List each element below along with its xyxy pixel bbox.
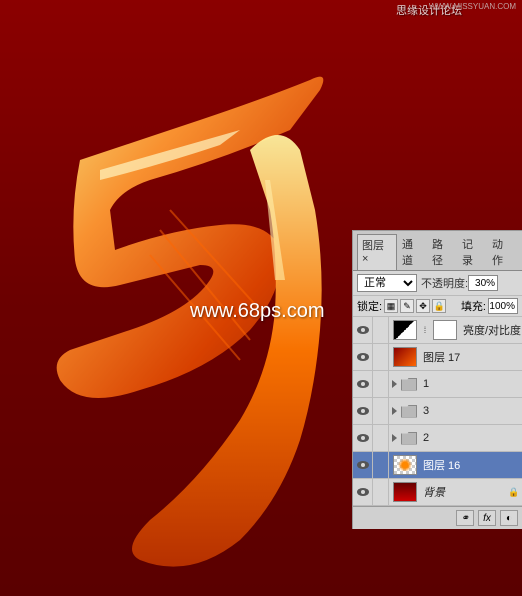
eye-icon: [357, 380, 369, 388]
header-site-url: WWW.MISSYUAN.COM: [429, 2, 516, 11]
eye-icon: [357, 353, 369, 361]
layer-row-selected[interactable]: 图层 16: [353, 452, 522, 479]
layer-name: 亮度/对比度: [461, 322, 522, 338]
layer-row-adjustment[interactable]: ⁞ 亮度/对比度: [353, 317, 522, 344]
layer-row[interactable]: 图层 17: [353, 344, 522, 371]
lock-fill-row: 锁定: ▦ ✎ ✥ 🔒 填充:: [353, 296, 522, 317]
visibility-toggle[interactable]: [353, 452, 373, 478]
expand-triangle-icon[interactable]: [392, 434, 397, 442]
visibility-toggle[interactable]: [353, 317, 373, 343]
layer-name: 2: [421, 432, 522, 444]
layer-name: 图层 16: [421, 457, 522, 473]
link-icon: ⁞: [421, 324, 429, 336]
visibility-toggle[interactable]: [353, 479, 373, 505]
folder-icon: [401, 405, 417, 418]
watermark-text: www.68ps.com: [190, 300, 325, 323]
mask-thumb: [433, 320, 457, 340]
layer-thumb: [393, 482, 417, 502]
link-col: [373, 317, 389, 343]
visibility-toggle[interactable]: [353, 344, 373, 370]
layer-name: 图层 17: [421, 349, 522, 365]
folder-icon: [401, 378, 417, 391]
expand-triangle-icon[interactable]: [392, 407, 397, 415]
layer-row-group[interactable]: 1: [353, 371, 522, 398]
link-col: [373, 398, 389, 424]
eye-icon: [357, 461, 369, 469]
link-col: [373, 371, 389, 397]
adjustment-thumb: [393, 320, 417, 340]
fill-input[interactable]: [488, 298, 518, 314]
visibility-toggle[interactable]: [353, 398, 373, 424]
blend-opacity-row: 正常 不透明度:: [353, 271, 522, 296]
panel-footer: ⚭ fx ◐: [353, 506, 522, 529]
layer-row-background[interactable]: 背景 🔒: [353, 479, 522, 506]
visibility-toggle[interactable]: [353, 425, 373, 451]
folder-icon: [401, 432, 417, 445]
tab-actions[interactable]: 动作: [488, 234, 517, 270]
fill-label: 填充:: [461, 298, 486, 314]
panel-tabs: 图层 × 通道 路径 记录 动作: [353, 231, 522, 271]
eye-icon: [357, 326, 369, 334]
link-col: [373, 344, 389, 370]
tab-paths[interactable]: 路径: [428, 234, 457, 270]
layer-name: 1: [421, 378, 522, 390]
eye-icon: [357, 488, 369, 496]
link-col: [373, 425, 389, 451]
lock-position-icon[interactable]: ✥: [416, 299, 430, 313]
layers-list: ⁞ 亮度/对比度 图层 17 1 3: [353, 317, 522, 506]
layer-row-group[interactable]: 2: [353, 425, 522, 452]
layers-panel: 图层 × 通道 路径 记录 动作 正常 不透明度: 锁定: ▦ ✎ ✥ 🔒 填充…: [352, 230, 522, 529]
lock-icon: 🔒: [508, 487, 518, 498]
opacity-input[interactable]: [468, 275, 498, 291]
opacity-label: 不透明度:: [421, 275, 468, 291]
link-layers-button[interactable]: ⚭: [456, 510, 474, 526]
tab-channels[interactable]: 通道: [398, 234, 427, 270]
layer-row-group[interactable]: 3: [353, 398, 522, 425]
link-col: [373, 452, 389, 478]
layer-thumb: [393, 455, 417, 475]
eye-icon: [357, 407, 369, 415]
link-col: [373, 479, 389, 505]
lock-transparency-icon[interactable]: ▦: [384, 299, 398, 313]
tab-layers-label: 图层: [362, 240, 384, 252]
eye-icon: [357, 434, 369, 442]
visibility-toggle[interactable]: [353, 371, 373, 397]
layer-style-button[interactable]: fx: [478, 510, 496, 526]
lock-all-icon[interactable]: 🔒: [432, 299, 446, 313]
layer-thumb: [393, 347, 417, 367]
tab-history[interactable]: 记录: [458, 234, 487, 270]
layer-mask-button[interactable]: ◐: [500, 510, 518, 526]
expand-triangle-icon[interactable]: [392, 380, 397, 388]
layer-name: 背景: [421, 484, 508, 500]
tab-layers[interactable]: 图层 ×: [357, 234, 397, 270]
lock-paint-icon[interactable]: ✎: [400, 299, 414, 313]
layer-name: 3: [421, 405, 522, 417]
blend-mode-select[interactable]: 正常: [357, 274, 417, 292]
lock-label: 锁定:: [357, 298, 382, 314]
